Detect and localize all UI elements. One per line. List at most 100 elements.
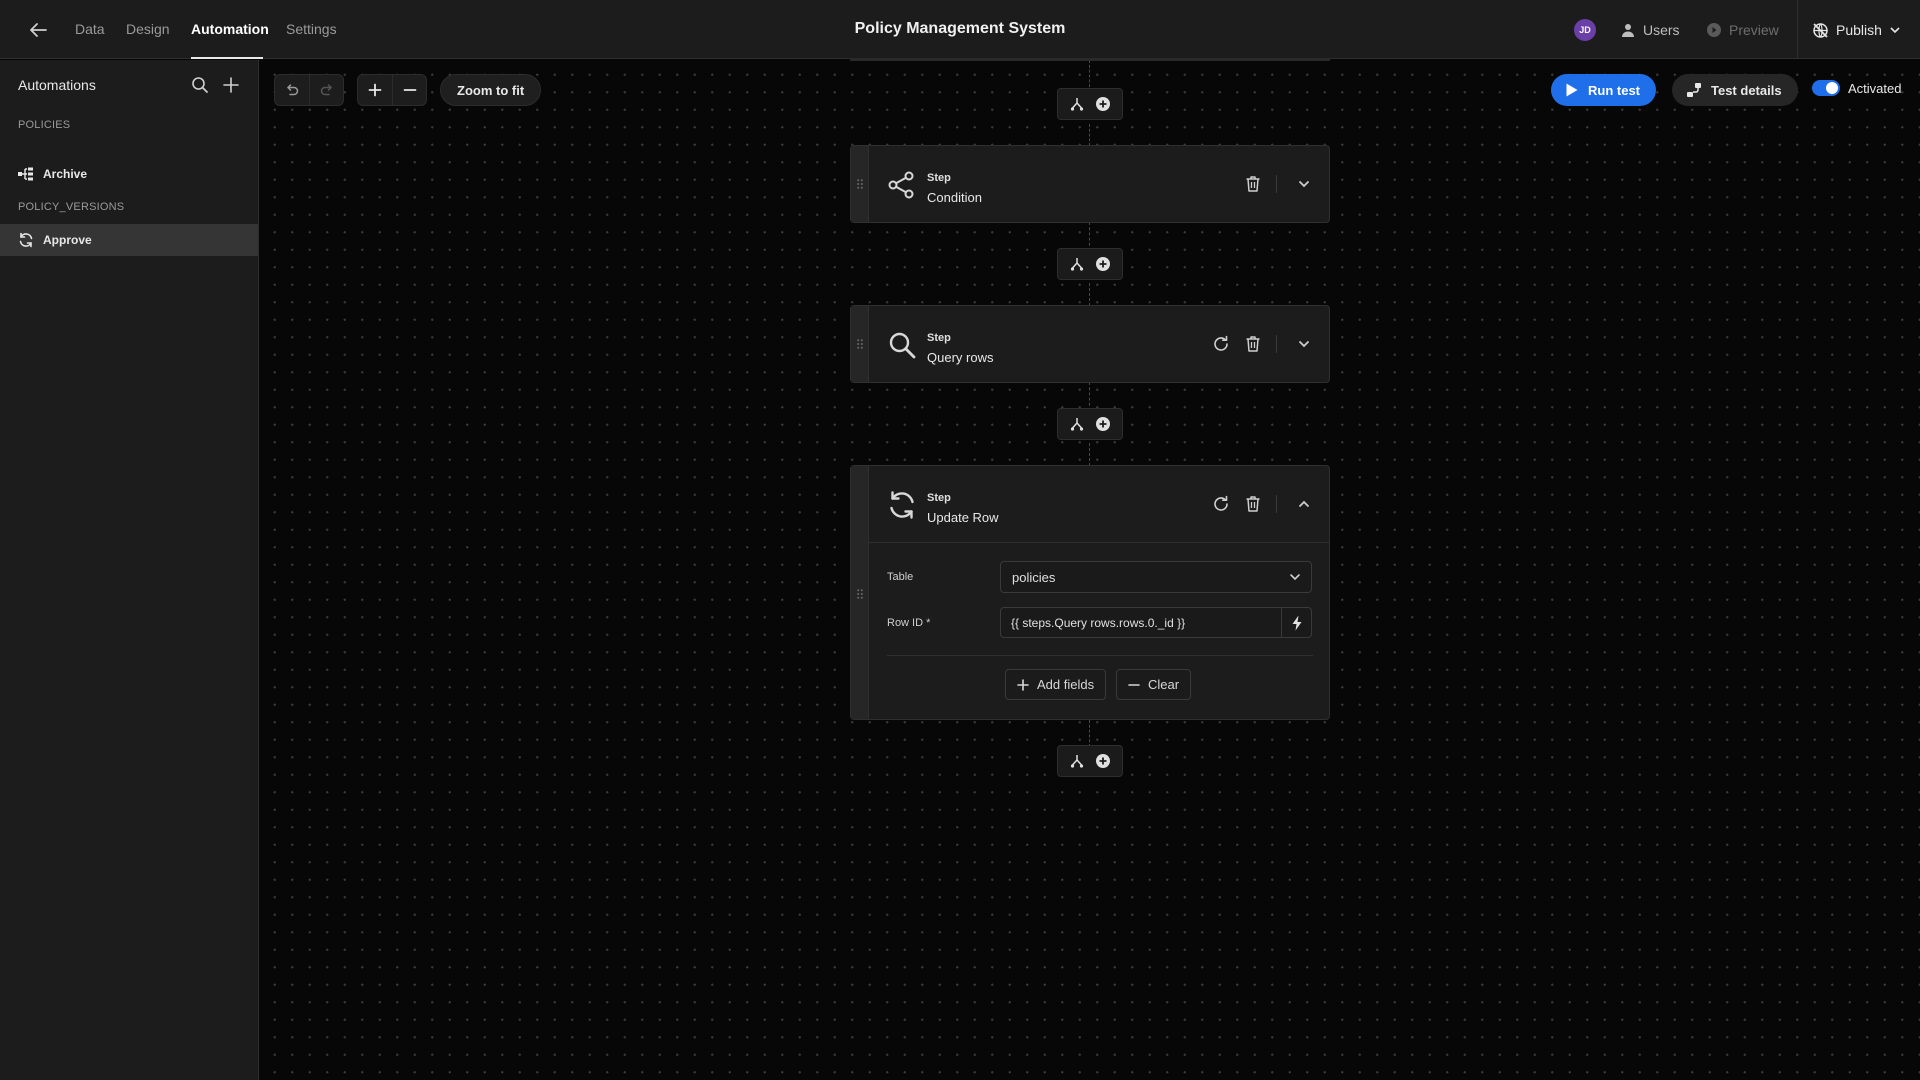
step-kicker: Step: [927, 172, 951, 184]
preview-label: Preview: [1729, 22, 1779, 38]
automations-sidebar: Automations POLICIES Archive POLICY_VERS…: [0, 60, 259, 1080]
step-name: Condition: [927, 190, 982, 205]
zoom-to-fit-button[interactable]: Zoom to fit: [440, 74, 542, 106]
previous-step-edge: [850, 58, 1330, 61]
avatar[interactable]: JD: [1574, 19, 1596, 41]
globe-off-icon: [1812, 22, 1829, 39]
node-controls: [1057, 88, 1123, 120]
branch-icon[interactable]: [1069, 96, 1085, 112]
zoom-group: [357, 74, 427, 106]
action-separator: [1276, 495, 1277, 513]
test-details-button[interactable]: Test details: [1672, 74, 1798, 106]
sidebar-item-archive[interactable]: Archive: [0, 158, 258, 190]
zoom-in-icon[interactable]: [358, 75, 392, 105]
trash-icon[interactable]: [1242, 173, 1264, 195]
chevron-down-icon[interactable]: [1293, 333, 1315, 355]
step-card-query-rows[interactable]: Step Query rows: [850, 305, 1330, 383]
step-header[interactable]: Step Condition: [869, 146, 1329, 222]
header-divider: [1797, 0, 1798, 59]
connector-line: [1089, 283, 1090, 306]
tab-design[interactable]: Design: [126, 21, 170, 37]
toggle-switch[interactable]: [1812, 80, 1840, 96]
add-step-icon[interactable]: [1095, 96, 1111, 112]
sidebar-item-approve[interactable]: Approve: [0, 224, 258, 256]
node-controls: [1057, 745, 1123, 777]
publish-button[interactable]: Publish: [1812, 19, 1901, 41]
branch-icon[interactable]: [1069, 256, 1085, 272]
chevron-down-icon[interactable]: [1293, 173, 1315, 195]
run-test-label: Run test: [1588, 82, 1640, 98]
table-select-value: policies: [1012, 569, 1056, 585]
drag-handle-icon[interactable]: [851, 306, 869, 382]
back-arrow-icon[interactable]: [26, 18, 50, 42]
step-kicker: Step: [927, 492, 951, 504]
run-test-button[interactable]: Run test: [1551, 74, 1656, 106]
step-card-update-row[interactable]: Step Update Row Table policies Row ID *: [850, 465, 1330, 720]
step-header[interactable]: Step Update Row: [869, 466, 1329, 542]
search-icon[interactable]: [190, 75, 210, 95]
search-icon: [887, 330, 917, 360]
branch-icon[interactable]: [1069, 416, 1085, 432]
step-settings-panel: Table policies Row ID * Add fields Clear: [869, 542, 1329, 719]
sidebar-item-label: Approve: [43, 233, 92, 247]
zoom-out-icon[interactable]: [392, 75, 426, 105]
chevron-down-icon: [1289, 571, 1301, 583]
section-label-policy-versions: POLICY_VERSIONS: [18, 201, 125, 213]
node-controls: [1057, 408, 1123, 440]
lightning-bolt-icon[interactable]: [1281, 607, 1312, 638]
activated-toggle[interactable]: Activated: [1812, 80, 1901, 96]
add-fields-label: Add fields: [1037, 677, 1095, 692]
refresh-icon[interactable]: [1210, 493, 1232, 515]
sync-icon: [887, 490, 917, 520]
users-label: Users: [1643, 22, 1680, 38]
sync-icon: [18, 232, 34, 248]
redo-icon[interactable]: [309, 75, 343, 105]
step-actions: [1200, 493, 1315, 515]
step-name: Update Row: [927, 510, 999, 525]
row-id-field-label: Row ID *: [887, 617, 931, 629]
step-actions: [1232, 173, 1315, 195]
refresh-icon[interactable]: [1210, 333, 1232, 355]
node-controls: [1057, 248, 1123, 280]
drag-handle-icon[interactable]: [851, 466, 869, 719]
flask-icon: [1686, 82, 1702, 98]
trash-icon[interactable]: [1242, 493, 1264, 515]
test-details-label: Test details: [1711, 82, 1782, 98]
clear-label: Clear: [1148, 677, 1180, 692]
connector-line: [1089, 720, 1090, 747]
tab-data[interactable]: Data: [75, 21, 105, 37]
share-icon: [887, 170, 917, 200]
user-icon: [1620, 22, 1636, 38]
table-select[interactable]: policies: [1000, 561, 1312, 593]
trash-icon[interactable]: [1242, 333, 1264, 355]
row-id-input[interactable]: [1000, 607, 1282, 638]
tab-settings[interactable]: Settings: [286, 21, 337, 37]
branch-icon: [18, 167, 34, 181]
undo-icon[interactable]: [275, 75, 309, 105]
tab-automation[interactable]: Automation: [191, 21, 269, 37]
add-fields-button[interactable]: Add fields: [1005, 669, 1107, 700]
step-card-condition[interactable]: Step Condition: [850, 145, 1330, 223]
add-step-icon[interactable]: [1095, 416, 1111, 432]
add-step-icon[interactable]: [1095, 753, 1111, 769]
connector-line: [1089, 443, 1090, 466]
clear-button[interactable]: Clear: [1116, 669, 1192, 700]
step-header[interactable]: Step Query rows: [869, 306, 1329, 382]
action-separator: [1276, 175, 1277, 193]
section-label-policies: POLICIES: [18, 119, 71, 131]
preview-button[interactable]: Preview: [1706, 19, 1779, 41]
branch-icon[interactable]: [1069, 753, 1085, 769]
users-button[interactable]: Users: [1620, 19, 1680, 41]
add-automation-icon[interactable]: [221, 75, 241, 95]
sidebar-item-label: Archive: [43, 167, 88, 181]
sidebar-title: Automations: [18, 77, 96, 93]
minus-icon: [1128, 679, 1140, 691]
chevron-up-icon[interactable]: [1293, 493, 1315, 515]
step-actions: [1200, 333, 1315, 355]
action-separator: [1276, 335, 1277, 353]
drag-handle-icon[interactable]: [851, 146, 869, 222]
divider: [887, 655, 1313, 656]
add-step-icon[interactable]: [1095, 256, 1111, 272]
step-kicker: Step: [927, 332, 951, 344]
publish-label: Publish: [1836, 22, 1882, 38]
